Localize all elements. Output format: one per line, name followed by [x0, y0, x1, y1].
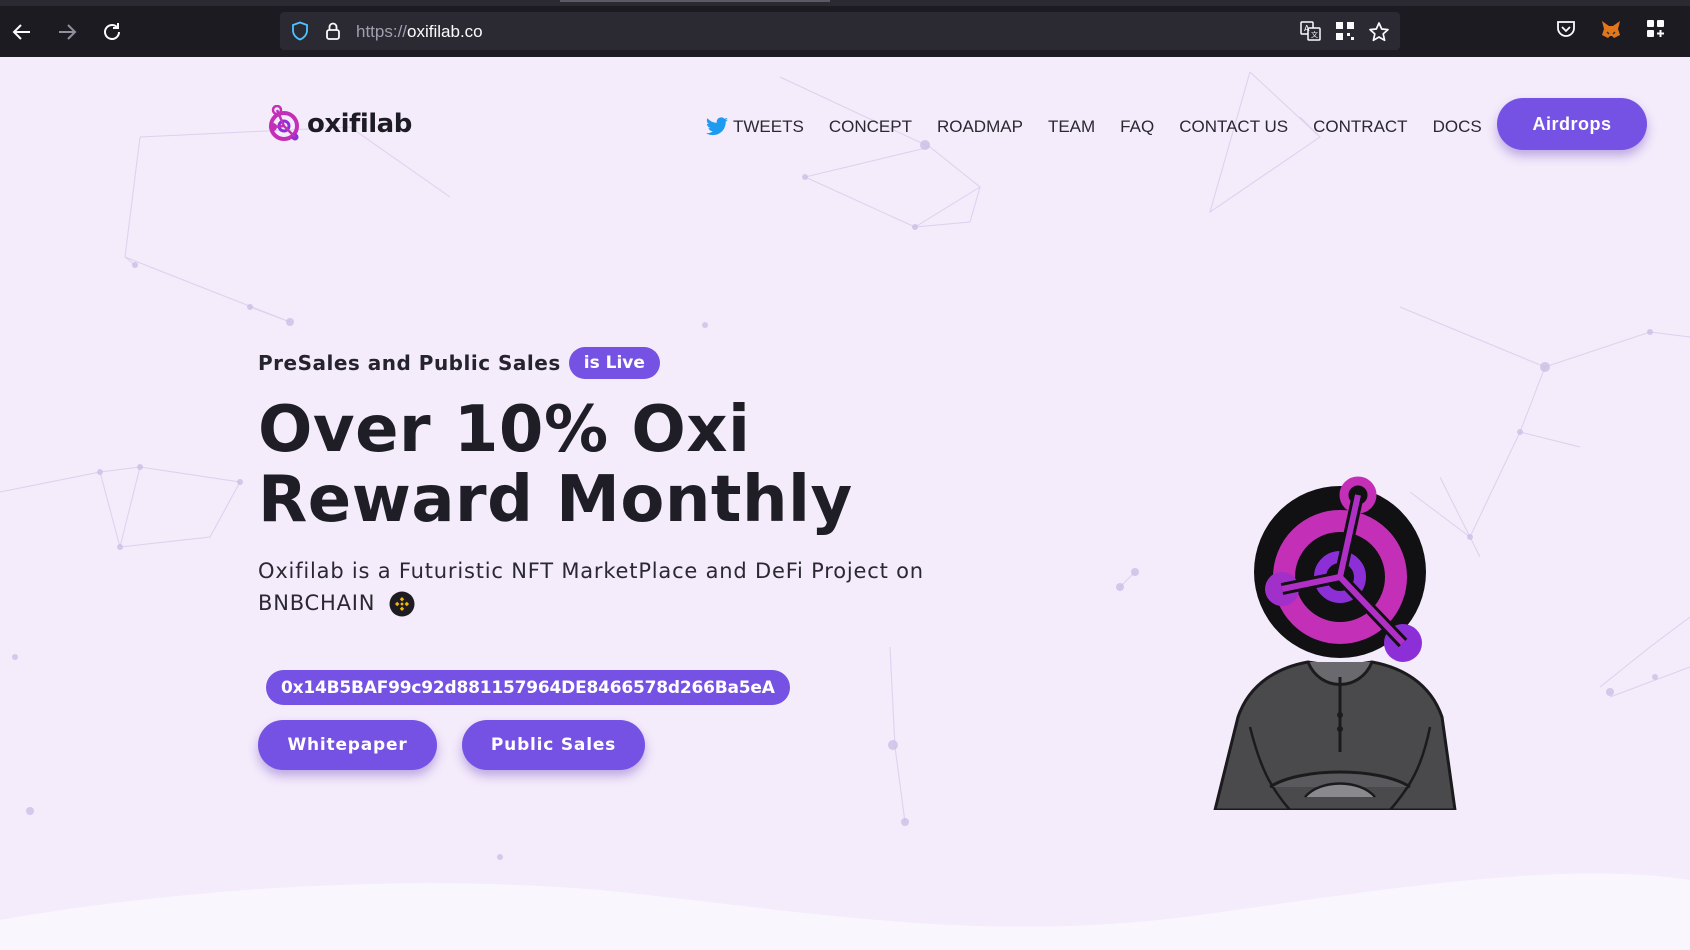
- lock-icon[interactable]: [324, 21, 342, 41]
- nav-tweets-label: TWEETS: [733, 117, 804, 136]
- contract-address[interactable]: 0x14B5BAF99c92d881157964DE8466578d266Ba5…: [266, 670, 790, 705]
- forward-button[interactable]: [53, 18, 81, 46]
- hero-title: Over 10% Oxi Reward Monthly: [258, 395, 853, 535]
- nav-concept[interactable]: CONCEPT: [829, 117, 912, 137]
- nav-tweets[interactable]: TWEETS: [705, 117, 804, 137]
- mascot-illustration: [1213, 476, 1457, 810]
- airdrops-button[interactable]: Airdrops: [1497, 98, 1647, 150]
- translate-icon[interactable]: A文: [1300, 21, 1322, 41]
- reload-icon: [104, 23, 120, 40]
- hero-desc-line1: Oxifilab is a Futuristic NFT MarketPlace…: [258, 559, 924, 583]
- hero-desc-line2-wrap: BNBCHAIN: [258, 587, 938, 619]
- url-host: oxifilab.co: [407, 22, 483, 41]
- main-nav: TWEETS CONCEPT ROADMAP TEAM FAQ CONTACT …: [705, 117, 1507, 137]
- bnb-chain-icon: [389, 591, 415, 617]
- tab-strip: [0, 0, 1690, 6]
- nav-contract[interactable]: CONTRACT: [1313, 117, 1407, 137]
- extensions-grid-icon[interactable]: [1646, 19, 1666, 39]
- hero-eyebrow: PreSales and Public Sales is Live: [258, 347, 660, 379]
- nav-docs[interactable]: DOCS: [1433, 117, 1482, 137]
- nav-team[interactable]: TEAM: [1048, 117, 1095, 137]
- address-bar[interactable]: https://oxifilab.co A文: [280, 12, 1400, 50]
- active-tab-indicator: [560, 0, 830, 2]
- pocket-icon[interactable]: [1556, 19, 1576, 39]
- browser-toolbar: https://oxifilab.co A文: [0, 0, 1690, 58]
- nav-roadmap[interactable]: ROADMAP: [937, 117, 1023, 137]
- reload-button[interactable]: [98, 18, 126, 46]
- svg-text:A: A: [1304, 24, 1310, 33]
- nav-contact-us[interactable]: CONTACT US: [1179, 117, 1288, 137]
- shield-icon[interactable]: [290, 21, 310, 41]
- bottom-wave: [0, 873, 1690, 950]
- back-button[interactable]: [8, 18, 36, 46]
- url-text[interactable]: https://oxifilab.co: [356, 22, 483, 42]
- twitter-bird-icon: [706, 117, 728, 136]
- hero-desc-line2: BNBCHAIN: [258, 591, 376, 615]
- nav-faq[interactable]: FAQ: [1120, 117, 1154, 137]
- star-icon[interactable]: [1368, 21, 1390, 43]
- logo-text: oxifilab: [307, 109, 412, 139]
- oxifilab-logo-icon: [269, 105, 299, 141]
- public-sales-button[interactable]: Public Sales: [462, 720, 645, 770]
- site-logo[interactable]: oxifilab: [267, 105, 412, 143]
- hero-description: Oxifilab is a Futuristic NFT MarketPlace…: [258, 555, 938, 619]
- url-scheme: https://: [356, 22, 408, 41]
- arrow-right-icon: [59, 24, 77, 40]
- webpage: oxifilab TWEETS CONCEPT ROADMAP TEAM FAQ…: [0, 57, 1690, 950]
- eyebrow-text: PreSales and Public Sales: [258, 351, 561, 375]
- arrow-left-icon: [12, 24, 30, 40]
- live-badge: is Live: [568, 347, 660, 379]
- whitepaper-button[interactable]: Whitepaper: [258, 720, 437, 770]
- hero-title-line2: Reward Monthly: [258, 463, 853, 537]
- hero-title-line1: Over 10% Oxi: [258, 393, 751, 467]
- svg-text:文: 文: [1311, 30, 1318, 39]
- metamask-fox-icon[interactable]: [1600, 19, 1622, 41]
- qr-grid-icon[interactable]: [1335, 21, 1355, 41]
